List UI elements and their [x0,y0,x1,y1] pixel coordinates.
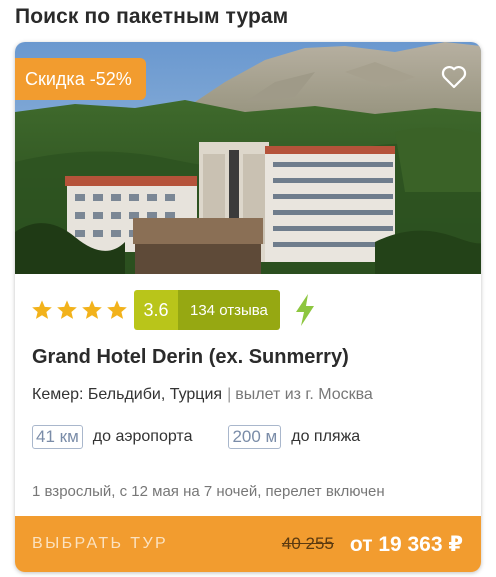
beach-distance-value: 200 м [228,425,282,449]
airport-distance-label: до аэропорта [92,428,193,445]
location: Кемер: Бельдиби, Турция [32,386,223,403]
rating-score: 3.6 [134,290,178,330]
page-title: Поиск по пакетным турам [15,5,289,28]
discount-badge: Скидка -52% [15,58,146,100]
tour-card[interactable]: Скидка -52% 3.6 134 отзыва Grand Hotel D… [15,42,481,572]
star-icon [107,300,127,319]
select-tour-button[interactable]: ВЫБРАТЬ ТУР 40 255 от 19 363 ₽ [15,516,481,572]
heart-outline-icon [441,65,467,89]
airport-distance-value: 41 км [32,425,83,449]
beach-distance-label: до пляжа [291,428,361,445]
tour-details: 1 взрослый, с 12 мая на 7 ночей, перелет… [32,483,385,500]
star-icon [57,300,77,319]
distances-row: 41 км до аэропорта 200 м до пляжа [32,425,360,449]
location-line: Кемер: Бельдиби, Турция | вылет из г. Моск… [32,386,373,404]
new-price: от 19 363 ₽ [349,532,463,556]
star-icon [32,300,52,319]
reviews-link[interactable]: 134 отзыва [178,290,280,330]
favorite-button[interactable] [439,62,469,92]
select-tour-label: ВЫБРАТЬ ТУР [32,535,169,552]
rating-badge[interactable]: 3.6 134 отзыва [134,290,280,330]
lightning-bolt-icon [295,294,314,326]
rating-row: 3.6 134 отзыва [31,290,318,330]
hotel-name[interactable]: Grand Hotel Derin (ex. Sunmerry) [32,346,349,369]
hotel-photo[interactable]: Скидка -52% [15,42,481,274]
departure-city: вылет из г. Москва [235,386,373,403]
star-icon [82,300,102,319]
location-separator: | [227,386,232,403]
old-price: 40 255 [281,534,334,553]
star-rating [31,299,128,321]
